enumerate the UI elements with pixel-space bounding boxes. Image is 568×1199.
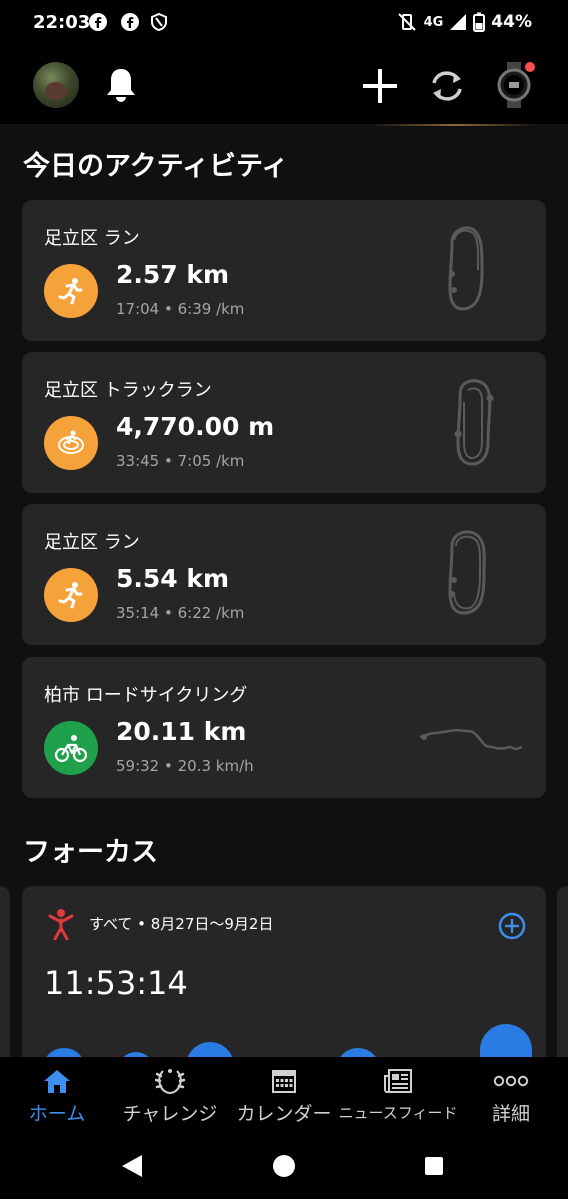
nav-label: チャレンジ bbox=[122, 1103, 218, 1125]
activity-distance: 20.11 km bbox=[116, 717, 247, 746]
activity-type-badge bbox=[44, 416, 98, 470]
status-bar: 22:03 4G 44% bbox=[0, 0, 568, 46]
chart-bar bbox=[336, 1048, 380, 1057]
main-content: 今日のアクティビティ 足立区 ラン 2.57 km 17:04 • 6:39 /… bbox=[0, 124, 568, 1057]
focus-card-peek-left[interactable] bbox=[0, 886, 10, 1057]
activity-time-pace: 17:04 • 6:39 /km bbox=[116, 300, 245, 318]
nav-more[interactable]: 詳細 bbox=[476, 1057, 546, 1129]
activity-title: 足立区 ラン bbox=[44, 532, 140, 553]
shield-icon bbox=[151, 12, 167, 32]
bottom-nav: ホーム チャレンジ カレンダー ニュースフィード 詳細 bbox=[0, 1057, 568, 1129]
battery-level: 44% bbox=[491, 12, 532, 32]
nav-calendar[interactable]: カレンダー bbox=[234, 1057, 334, 1129]
focus-card[interactable]: すべて • 8月27日〜9月2日 11:53:14 bbox=[22, 886, 546, 1057]
running-icon bbox=[58, 582, 83, 609]
facebook-icon bbox=[121, 13, 139, 31]
nav-challenges[interactable]: チャレンジ bbox=[118, 1057, 222, 1129]
activity-type-badge bbox=[44, 568, 98, 622]
activity-distance: 2.57 km bbox=[116, 260, 230, 289]
activity-card[interactable]: 足立区 トラックラン 4,770.00 m 33:45 • 7:05 /km bbox=[22, 352, 546, 493]
network-type: 4G bbox=[423, 14, 444, 30]
focus-total-time: 11:53:14 bbox=[44, 964, 188, 1002]
activity-time-pace: 33:45 • 7:05 /km bbox=[116, 452, 245, 470]
focus-period-label: すべて • 8月27日〜9月2日 bbox=[89, 915, 274, 933]
top-bar bbox=[0, 46, 568, 124]
home-circle-icon[interactable] bbox=[272, 1154, 296, 1178]
track-running-icon bbox=[58, 430, 84, 454]
recents-icon[interactable] bbox=[424, 1156, 444, 1176]
avatar[interactable] bbox=[33, 62, 79, 108]
activity-type-badge bbox=[44, 264, 98, 318]
cycling-icon bbox=[54, 735, 88, 763]
route-map-thumbnail bbox=[419, 728, 523, 751]
newsfeed-icon bbox=[384, 1069, 412, 1093]
activity-distance: 4,770.00 m bbox=[116, 412, 275, 441]
nav-label: ニュースフィード bbox=[338, 1104, 458, 1122]
signal-icon bbox=[450, 14, 467, 30]
activity-title: 足立区 ラン bbox=[44, 228, 140, 249]
calendar-icon bbox=[272, 1070, 296, 1093]
laurel-icon bbox=[155, 1069, 185, 1095]
add-circle-icon[interactable] bbox=[498, 912, 526, 940]
chart-bar bbox=[186, 1042, 234, 1057]
nav-label: カレンダー bbox=[236, 1103, 332, 1125]
battery-icon bbox=[473, 12, 486, 32]
nav-label: 詳細 bbox=[491, 1103, 530, 1125]
more-icon bbox=[493, 1075, 529, 1087]
activity-time-pace: 35:14 • 6:22 /km bbox=[116, 604, 245, 622]
nav-home[interactable]: ホーム bbox=[22, 1057, 92, 1129]
activity-card[interactable]: 柏市 ロードサイクリング 20.11 km 59:32 • 20.3 km/h bbox=[22, 657, 546, 798]
focus-section-title: フォーカス bbox=[23, 837, 158, 868]
nav-label: ホーム bbox=[28, 1103, 86, 1125]
person-active-icon bbox=[48, 909, 74, 940]
back-icon[interactable] bbox=[120, 1153, 144, 1179]
activity-card[interactable]: 足立区 ラン 5.54 km 35:14 • 6:22 /km bbox=[22, 504, 546, 645]
sync-icon[interactable] bbox=[428, 68, 466, 104]
activity-time-pace: 59:32 • 20.3 km/h bbox=[116, 757, 254, 775]
activity-title: 足立区 トラックラン bbox=[44, 380, 212, 401]
route-map-thumbnail bbox=[448, 530, 486, 615]
activity-type-badge bbox=[44, 721, 98, 775]
facebook-icon bbox=[89, 13, 107, 31]
device-watch-icon[interactable] bbox=[494, 60, 536, 110]
activity-distance: 5.54 km bbox=[116, 564, 230, 593]
status-right: 4G 44% bbox=[396, 12, 532, 32]
route-map-thumbnail bbox=[448, 226, 484, 311]
vibrate-off-icon bbox=[397, 13, 416, 31]
activity-card[interactable]: 足立区 ラン 2.57 km 17:04 • 6:39 /km bbox=[22, 200, 546, 341]
add-icon[interactable] bbox=[362, 68, 398, 104]
nav-newsfeed[interactable]: ニュースフィード bbox=[338, 1057, 458, 1129]
header-accent-line bbox=[370, 124, 540, 126]
chart-bar bbox=[42, 1048, 86, 1057]
chart-bar bbox=[480, 1024, 532, 1057]
status-time: 22:03 bbox=[33, 12, 91, 33]
running-icon bbox=[58, 278, 83, 305]
activities-section-title: 今日のアクティビティ bbox=[23, 151, 289, 182]
bell-icon[interactable] bbox=[104, 66, 138, 104]
system-nav-bar bbox=[0, 1129, 568, 1199]
focus-card-peek-right[interactable] bbox=[557, 886, 568, 1057]
home-icon bbox=[44, 1070, 70, 1093]
route-map-thumbnail bbox=[454, 379, 494, 466]
activity-title: 柏市 ロードサイクリング bbox=[44, 685, 248, 706]
